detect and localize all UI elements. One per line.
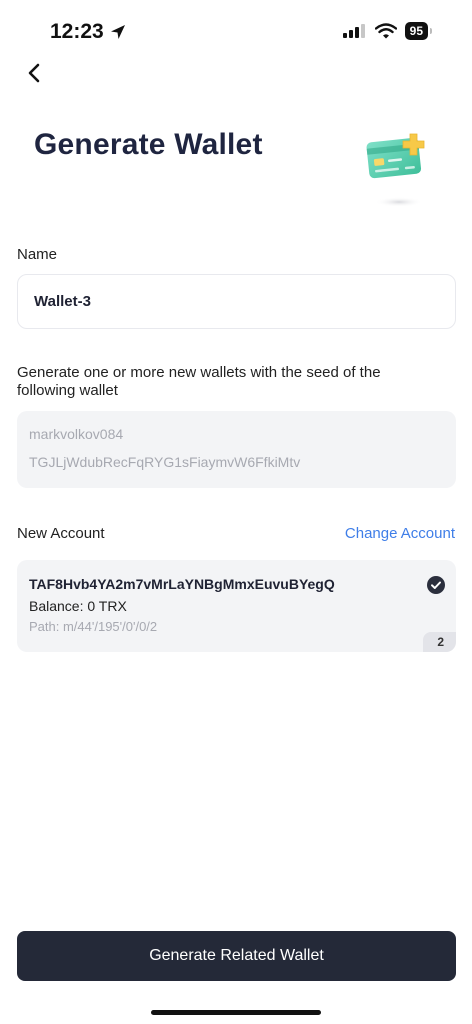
status-time: 12:23 [50, 20, 126, 44]
account-card[interactable]: TAF8Hvb4YA2m7vMrLaYNBgMmxEuvuBYegQ Balan… [17, 560, 456, 652]
account-address: TAF8Hvb4YA2m7vMrLaYNBgMmxEuvuBYegQ [29, 576, 335, 592]
status-icons: 95 [342, 22, 433, 40]
seed-wallet-box: markvolkov084 TGJLjWdubRecFqRYG1sFiaymvW… [17, 411, 456, 488]
account-balance: Balance: 0 TRX [29, 598, 127, 614]
location-arrow-icon [110, 25, 125, 39]
status-bar: 12:23 95 [0, 0, 472, 64]
generate-wallet-screen: 12:23 95 Generate Wallet Name Wallet-3 G… [0, 0, 472, 1024]
seed-wallet-name: markvolkov084 [29, 426, 124, 442]
change-account-link[interactable]: Change Account [345, 525, 455, 542]
check-circle-icon [427, 576, 445, 594]
name-label: Name [17, 246, 58, 263]
cellular-signal-icon [342, 24, 365, 38]
chevron-left-icon [28, 63, 40, 83]
home-indicator [151, 1010, 321, 1015]
wifi-icon [374, 23, 397, 39]
seed-wallet-address: TGJLjWdubRecFqRYG1sFiaymvW6FfkiMtv [29, 454, 301, 470]
wallet-name-input[interactable] [17, 274, 456, 329]
wallet-card-plus-icon [366, 133, 425, 207]
status-time-text: 12:23 [50, 20, 104, 43]
battery-indicator: 95 [404, 22, 433, 40]
account-index-badge: 2 [423, 632, 456, 652]
generate-related-wallet-button[interactable]: Generate Related Wallet [17, 931, 456, 981]
page-title: Generate Wallet [34, 128, 263, 161]
new-account-label: New Account [17, 525, 105, 542]
back-button[interactable] [22, 60, 48, 86]
seed-description: Generate one or more new wallets with th… [17, 364, 381, 399]
account-path: Path: m/44'/195'/0'/0/2 [29, 619, 158, 634]
